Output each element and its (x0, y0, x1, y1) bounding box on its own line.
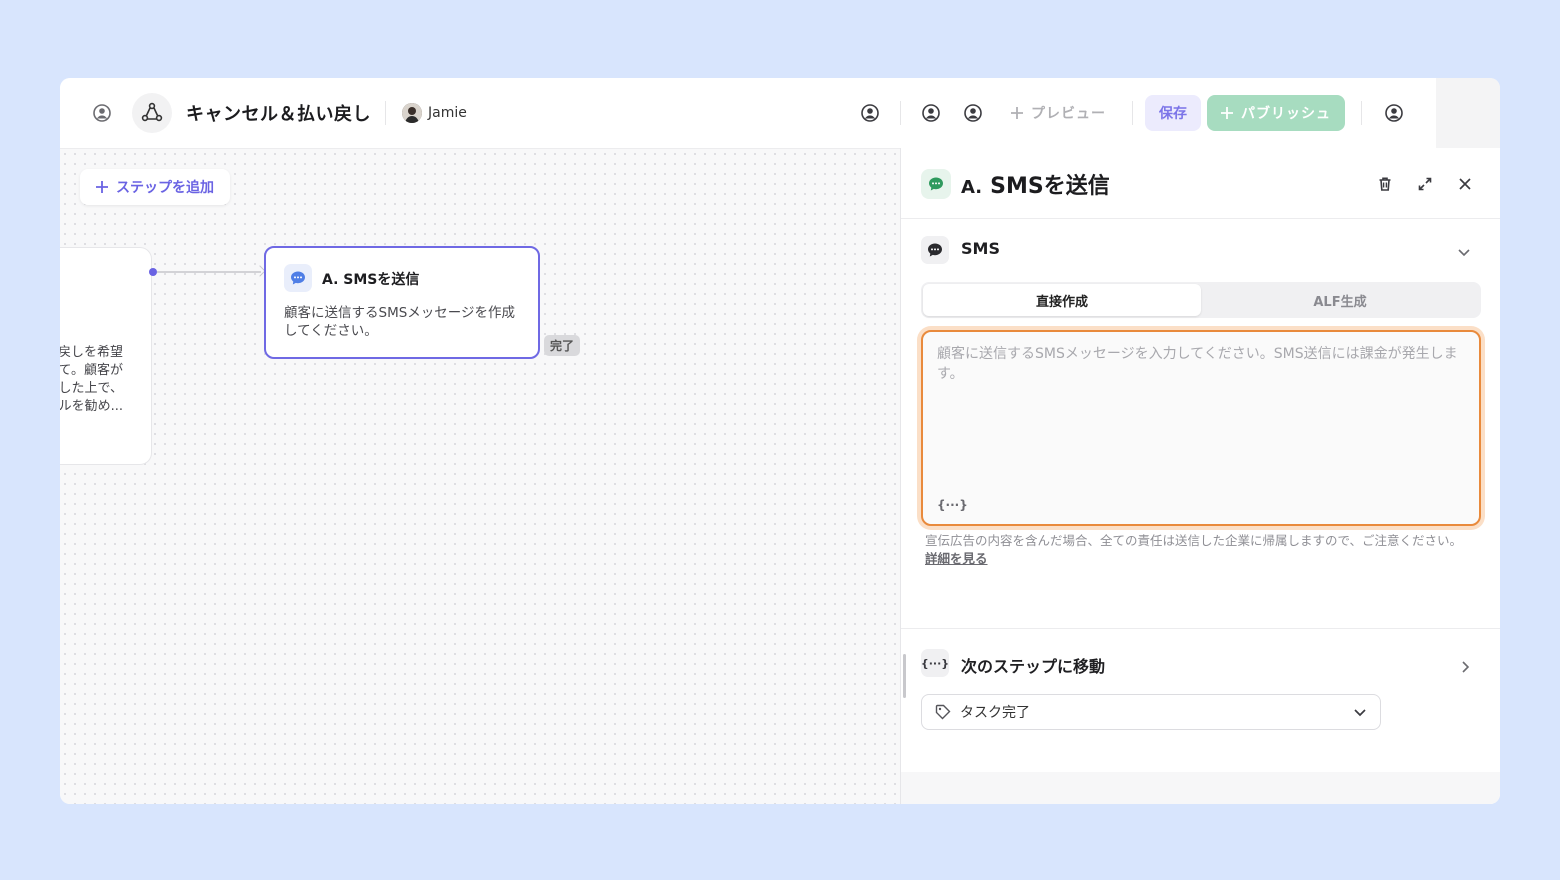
user-icon[interactable] (915, 97, 947, 129)
chat-bubble-icon (284, 264, 312, 292)
sms-step-node[interactable]: A. SMSを送信 顧客に送信するSMSメッセージを作成してください。 (264, 246, 540, 359)
panel-title-text: SMSを送信 (990, 174, 1110, 199)
tab-alf-generate[interactable]: ALF生成 (1201, 284, 1479, 316)
workflow-canvas[interactable]: ステップを追加 戻しを希望 て。顧客が した上で、 ルを勧め... A. SMS… (60, 148, 900, 804)
avatar (402, 103, 422, 123)
task-select-value: タスク完了 (960, 705, 1030, 721)
plus-icon (96, 181, 108, 193)
previous-step-text: 戻しを希望 て。顧客が した上で、 ルを勧め... (60, 345, 123, 414)
sms-node-description: 顧客に送信するSMSメッセージを作成してください。 (284, 305, 516, 339)
save-button[interactable]: 保存 (1145, 95, 1201, 131)
workflow-logo-icon (132, 93, 172, 133)
close-icon[interactable] (1449, 168, 1481, 200)
user-icon[interactable] (854, 97, 886, 129)
panel-title-prefix: A. (961, 177, 983, 198)
connector-handle[interactable] (149, 268, 157, 276)
divider (1132, 101, 1133, 125)
panel-actions (1369, 168, 1481, 200)
chevron-right-icon[interactable] (1449, 651, 1481, 683)
sms-node-title: A. SMSを送信 (322, 272, 420, 288)
connector-line (157, 271, 261, 273)
chat-bubble-icon (921, 169, 951, 199)
top-header: キャンセル＆払い戻し Jamie プレビュー 保存 パブリッシュ (60, 78, 1436, 148)
learn-more-link[interactable]: 詳細を見る (925, 551, 988, 566)
step-detail-panel: A. SMSを送信 SMS 直接作成 ALF生成 顧客に送信するSMSメッセージ… (900, 148, 1500, 804)
user-icon[interactable] (957, 97, 989, 129)
trash-icon[interactable] (1369, 168, 1401, 200)
user-icon[interactable] (1378, 97, 1410, 129)
sms-section-label: SMS (961, 239, 1000, 258)
preview-button[interactable]: プレビュー (1001, 95, 1114, 131)
done-badge: 完了 (544, 335, 581, 356)
divider (1361, 101, 1362, 125)
divider (385, 101, 386, 125)
notice-body: 宣伝広告の内容を含んだ場合、全ての責任は送信した企業に帰属しますので、ご注意くだ… (925, 533, 1463, 548)
sms-message-input[interactable] (923, 332, 1479, 524)
owner-name: Jamie (428, 105, 467, 121)
panel-header: A. SMSを送信 (901, 148, 1500, 219)
page-title: キャンセル＆払い戻し (186, 104, 371, 125)
task-select[interactable]: タスク完了 (921, 694, 1381, 730)
add-step-label: ステップを追加 (116, 180, 214, 196)
plus-icon (1011, 107, 1023, 119)
sms-message-field-wrapper: {···} (921, 330, 1481, 526)
user-icon[interactable] (86, 97, 118, 129)
insert-variable-button[interactable]: {···} (937, 498, 968, 512)
notice-text: 宣伝広告の内容を含んだ場合、全ての責任は送信した企業に帰属しますので、ご注意くだ… (925, 532, 1465, 568)
chat-bubble-icon (921, 236, 949, 264)
variable-icon: {···} (921, 649, 949, 677)
add-step-button[interactable]: ステップを追加 (80, 169, 230, 205)
compose-mode-tabs: 直接作成 ALF生成 (921, 282, 1481, 318)
chevron-down-icon (1354, 709, 1366, 717)
divider (900, 101, 901, 125)
tag-icon (935, 704, 951, 720)
preview-label: プレビュー (1031, 106, 1106, 122)
panel-title: A. SMSを送信 (961, 168, 1110, 200)
panel-footer (901, 772, 1500, 804)
panel-resize-handle[interactable] (903, 654, 906, 698)
next-step-label: 次のステップに移動 (961, 657, 1106, 676)
expand-icon[interactable] (1409, 168, 1441, 200)
previous-step-node[interactable]: 戻しを希望 て。顧客が した上で、 ルを勧め... (60, 247, 152, 465)
app-window: キャンセル＆払い戻し Jamie プレビュー 保存 パブリッシュ ステップを追加… (60, 78, 1500, 804)
tab-direct-compose[interactable]: 直接作成 (923, 284, 1201, 316)
owner-chip[interactable]: Jamie (402, 103, 467, 123)
plus-icon (1221, 107, 1233, 119)
publish-label: パブリッシュ (1241, 106, 1331, 122)
publish-button[interactable]: パブリッシュ (1207, 95, 1345, 131)
chevron-down-icon[interactable] (1448, 236, 1480, 268)
header-spacer (1436, 78, 1500, 148)
